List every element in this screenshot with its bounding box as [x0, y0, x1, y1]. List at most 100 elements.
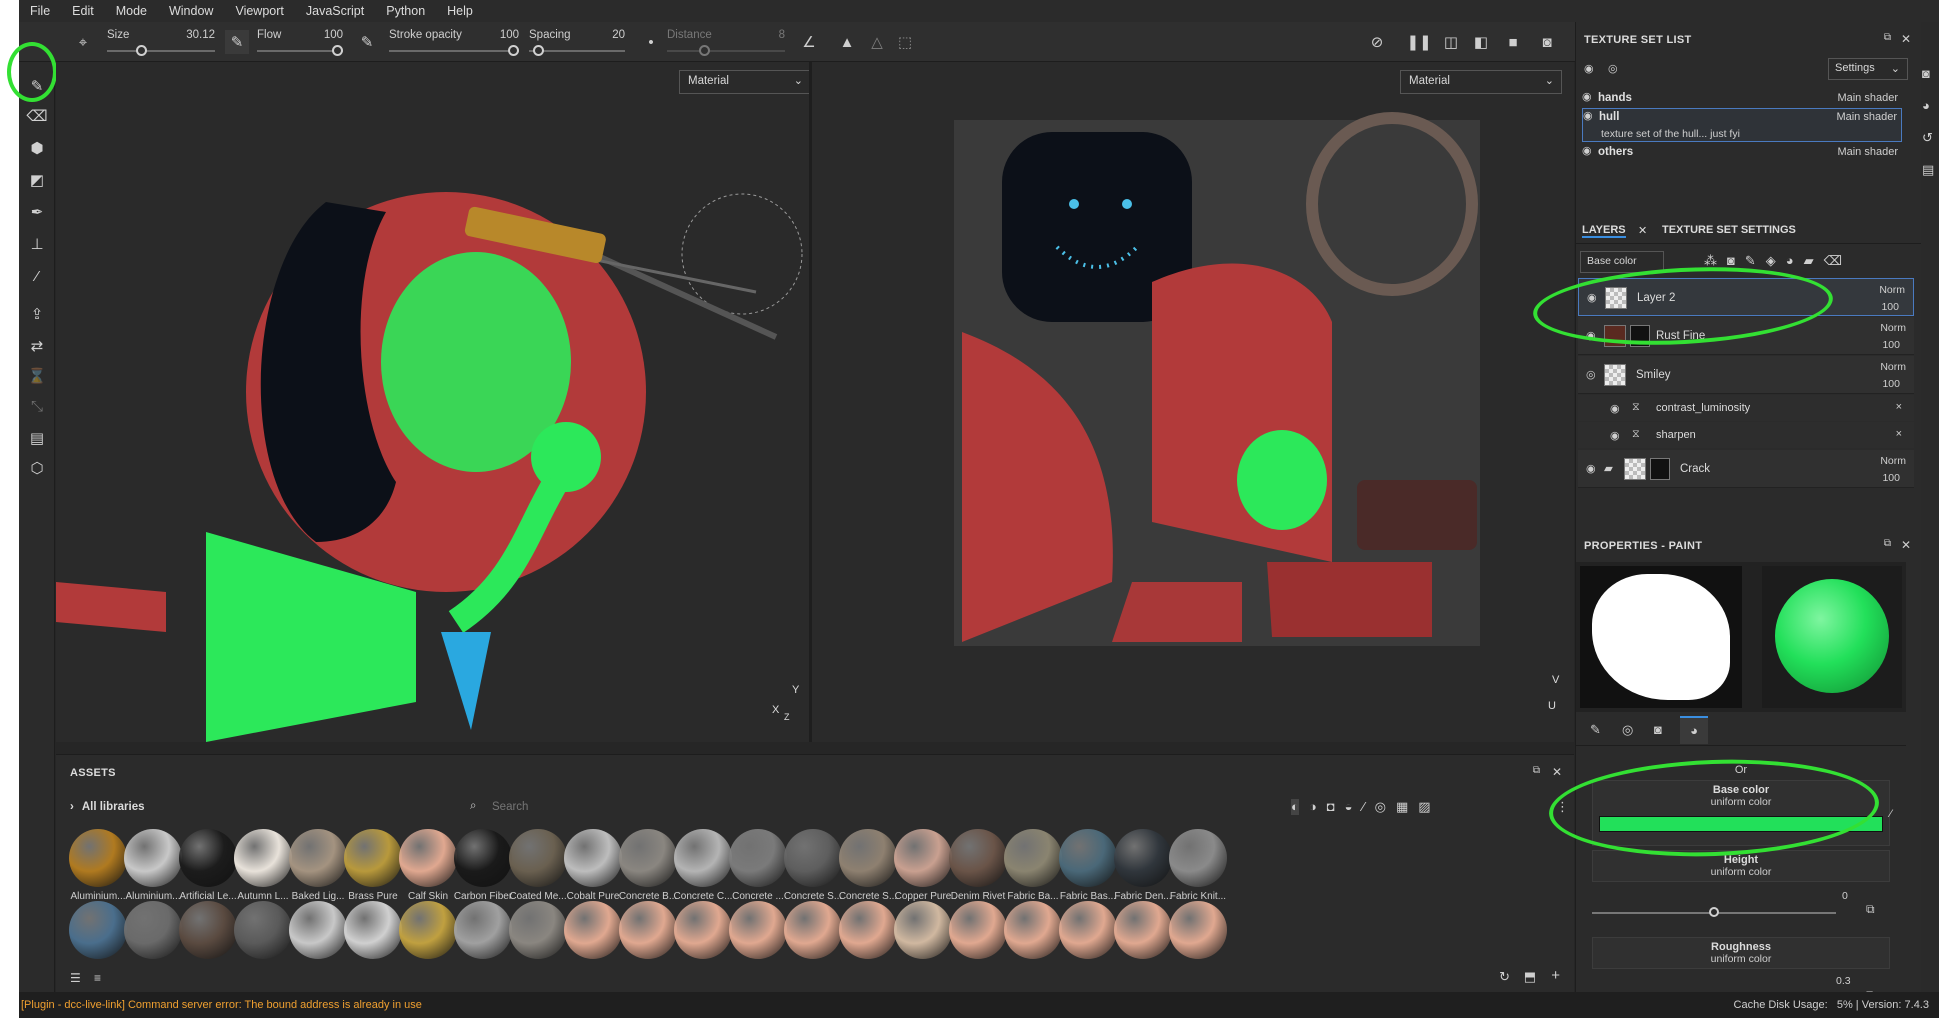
polygon-fill-icon[interactable]: ◩ — [25, 168, 49, 192]
timer-icon[interactable]: ⌛ — [25, 364, 49, 388]
material-tab-icon[interactable]: ◕ — [1680, 716, 1708, 744]
menu-item-python[interactable]: Python — [375, 4, 436, 18]
flow-knob[interactable] — [332, 45, 343, 56]
viewport-3d[interactable]: Material ⌄ X Y Z — [56, 62, 809, 742]
layer-opacity[interactable]: 100 — [1882, 339, 1900, 351]
layer-opacity[interactable]: 100 — [1882, 378, 1900, 390]
folder-icon[interactable]: ▰ — [1804, 253, 1814, 269]
stencil-tab-icon[interactable]: ◙ — [1654, 722, 1662, 737]
value-mode-icon[interactable]: ⧉ — [1866, 902, 1875, 917]
all-libraries-item[interactable]: › All libraries — [70, 801, 144, 813]
settings-select[interactable]: Settings ⌄ — [1828, 58, 1908, 80]
asset-item[interactable]: Fabric Knit... — [1166, 829, 1230, 902]
brush-filter-icon[interactable]: ⁄ — [1362, 799, 1364, 815]
display-settings-icon[interactable]: ◙ — [1922, 66, 1938, 82]
float-panel-icon[interactable]: ⧉ — [1884, 538, 1891, 549]
eye-icon[interactable]: ◉ — [1582, 145, 1592, 157]
flow-slider[interactable]: Flow 100 — [257, 26, 343, 58]
mirror-icon[interactable]: ▲ — [835, 30, 859, 54]
hide-ui-icon[interactable]: ⊘ — [1365, 30, 1389, 54]
mesh-icon[interactable]: ⬡ — [25, 456, 49, 480]
blend-mode[interactable]: Norm — [1880, 361, 1906, 373]
log-icon[interactable]: ▤ — [1922, 162, 1938, 178]
blend-mode[interactable]: Norm — [1880, 455, 1906, 467]
layer-opacity[interactable]: 100 — [1882, 472, 1900, 484]
menu-item-file[interactable]: File — [19, 4, 61, 18]
projection-icon[interactable]: ⬢ — [25, 136, 49, 160]
grid-filter-icon[interactable]: ▦ — [1396, 799, 1408, 815]
pause-icon[interactable]: ❚❚ — [1406, 30, 1431, 54]
menu-item-window[interactable]: Window — [158, 4, 224, 18]
import-icon[interactable]: ⬒ — [1524, 969, 1536, 985]
eye-icon[interactable]: ◉ — [1582, 91, 1592, 103]
delete-icon[interactable]: ⌫ — [1824, 253, 1842, 269]
display-mode-icon[interactable]: ◧ — [1469, 30, 1493, 54]
flow-pen-icon[interactable]: ✎ — [225, 30, 249, 54]
camera-icon[interactable]: ■ — [1501, 30, 1525, 54]
eye-icon[interactable]: ◉ — [1610, 402, 1620, 415]
color-picker-icon[interactable]: ⁄ — [25, 264, 49, 288]
environment-filter-icon[interactable]: ▨ — [1418, 799, 1430, 815]
remove-icon[interactable]: × — [1896, 428, 1902, 440]
visibility-toggle-icon[interactable]: ◉ — [1584, 62, 1594, 75]
spacing-knob[interactable] — [533, 45, 545, 56]
eye-icon[interactable]: ◉ — [1583, 110, 1593, 122]
list-view-icon[interactable]: ☰ — [70, 971, 81, 985]
blend-mode[interactable]: Norm — [1880, 322, 1906, 334]
float-panel-icon[interactable]: ⧉ — [1533, 765, 1540, 776]
bake-icon[interactable]: ⇄ — [25, 334, 49, 358]
stroke-opacity-knob[interactable] — [508, 45, 519, 56]
clone-stamp-icon[interactable]: ⊥ — [25, 232, 49, 256]
tab-layers[interactable]: LAYERS — [1582, 224, 1626, 238]
material-filter-icon[interactable]: ◐ — [1291, 799, 1299, 815]
history-icon[interactable]: ↺ — [1922, 130, 1938, 146]
spacing-slider[interactable]: Spacing 20 — [529, 26, 625, 58]
search-input[interactable] — [492, 798, 1092, 816]
height-slider-knob[interactable] — [1709, 907, 1719, 917]
pressure-pen-icon[interactable]: ✎ — [355, 30, 379, 54]
fill-layer-icon[interactable]: ◈ — [1766, 253, 1776, 269]
remove-icon[interactable]: × — [1896, 401, 1902, 413]
smudge-icon[interactable]: ✒ — [25, 200, 49, 224]
distance-knob[interactable] — [699, 45, 711, 56]
blend-mode[interactable]: Norm — [1879, 284, 1905, 296]
mirror-disabled-icon[interactable]: △ — [865, 30, 889, 54]
menu-item-viewport[interactable]: Viewport — [224, 4, 294, 18]
tab-texture-set-settings[interactable]: TEXTURE SET SETTINGS — [1662, 224, 1796, 236]
smart-material-icon[interactable]: ◑ — [1309, 799, 1317, 815]
screenshot-icon[interactable]: ◙ — [1535, 30, 1559, 54]
eye-icon[interactable]: ◎ — [1608, 62, 1618, 75]
size-slider[interactable]: Size 30.12 — [107, 26, 215, 58]
distance-slider[interactable]: Distance 8 — [667, 26, 785, 58]
mask-filter-icon[interactable]: ◘ — [1327, 799, 1335, 815]
menu-item-mode[interactable]: Mode — [105, 4, 158, 18]
document-icon[interactable]: ▤ — [25, 426, 49, 450]
alpha-tab-icon[interactable]: ◎ — [1622, 722, 1633, 738]
brush-tab-icon[interactable]: ✎ — [1590, 722, 1601, 738]
menu-item-edit[interactable]: Edit — [61, 4, 105, 18]
particles-filter-icon[interactable]: ◎ — [1375, 799, 1386, 815]
layer-row-crack[interactable]: ◉ ▰ Crack Norm 100 — [1578, 450, 1914, 488]
shader-settings-icon[interactable]: ◕ — [1922, 98, 1938, 114]
filter-row-sharpen[interactable]: ◉ ⧖ sharpen × — [1578, 422, 1914, 448]
layer-row-smiley[interactable]: ◎ Smiley Norm 100 — [1578, 356, 1914, 394]
symmetry-icon[interactable]: ⌖ — [71, 30, 95, 54]
asset-item[interactable] — [1166, 901, 1230, 963]
transform-icon[interactable]: ⬚ — [893, 30, 917, 54]
lazy-mouse-icon[interactable]: • — [639, 30, 663, 54]
close-icon[interactable]: ✕ — [1552, 765, 1562, 779]
measure-icon[interactable]: ⤡ — [25, 394, 49, 418]
close-icon[interactable]: ✕ — [1638, 224, 1647, 237]
layer-opacity[interactable]: 100 — [1881, 301, 1899, 313]
menu-item-javascript[interactable]: JavaScript — [295, 4, 375, 18]
add-asset-icon[interactable]: + — [1551, 967, 1560, 984]
texture-set-hands[interactable]: ◉ hands Main shader — [1582, 90, 1902, 108]
texture-set-others[interactable]: ◉ others Main shader — [1582, 144, 1902, 162]
angle-icon[interactable]: ∠ — [797, 30, 821, 54]
viewport-2d[interactable]: Material ⌄ U V — [812, 62, 1574, 742]
viewport-split-icon[interactable]: ◫ — [1439, 30, 1463, 54]
assets-search[interactable]: ⌕ — [470, 795, 1270, 819]
color-picker-icon[interactable]: ⁄ — [1890, 808, 1892, 820]
close-icon[interactable]: ✕ — [1901, 32, 1911, 46]
smart-mask-icon[interactable]: ◕ — [1786, 253, 1794, 269]
